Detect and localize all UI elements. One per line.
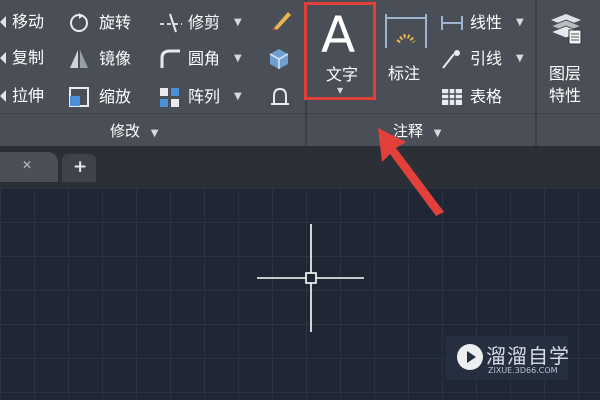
- text-dropdown-icon: ▼: [337, 86, 344, 95]
- watermark-text: 溜溜自学: [486, 344, 570, 368]
- fillet-icon: [158, 48, 182, 74]
- drawing-tab[interactable]: ✕: [0, 152, 58, 182]
- play-logo-icon: [456, 343, 484, 375]
- layer-properties-label: 图层: [549, 64, 582, 83]
- layers-icon: [549, 10, 583, 50]
- trim-dropdown-icon[interactable]: ▼: [234, 17, 242, 28]
- modify-panel-title[interactable]: 修改 ▼: [110, 120, 159, 141]
- stretch-label: 拉伸: [12, 86, 45, 105]
- cube-icon: [266, 49, 292, 74]
- text-icon: A: [321, 6, 356, 64]
- table-icon: [440, 86, 464, 112]
- array-label: 阵列: [188, 87, 221, 106]
- leader-icon: [440, 48, 464, 74]
- text-button[interactable]: A 文字 ▼: [304, 2, 376, 100]
- mirror-icon: [68, 48, 90, 74]
- leader-label: 引线: [470, 49, 503, 68]
- trim-icon: [158, 12, 184, 38]
- copy-icon: [0, 48, 8, 72]
- join-button[interactable]: [268, 84, 292, 112]
- fillet-dropdown-icon[interactable]: ▼: [234, 53, 242, 64]
- array-icon: [158, 86, 182, 112]
- rotate-icon: [68, 12, 90, 38]
- linear-dimension-icon: [440, 12, 464, 38]
- mirror-label: 镜像: [99, 49, 132, 68]
- watermark-url: ZIXUE.3D66.COM: [488, 366, 558, 375]
- join-icon: [268, 87, 292, 112]
- modify-panel-dropdown-icon: ▼: [150, 128, 159, 139]
- panel-separator: [535, 0, 537, 146]
- pointer-arrow: [374, 126, 454, 222]
- pencil-icon: [270, 12, 292, 36]
- linear-label: 线性: [470, 13, 503, 32]
- array-dropdown-icon[interactable]: ▼: [234, 91, 242, 102]
- dimension-label: 标注: [388, 64, 421, 83]
- dimension-icon: [384, 8, 428, 56]
- ribbon-divider: [0, 113, 600, 114]
- stretch-icon: [0, 86, 8, 110]
- close-tab-icon[interactable]: ✕: [22, 158, 32, 172]
- trim-label: 修剪: [188, 13, 221, 32]
- scale-icon: [68, 86, 90, 112]
- copy-label: 复制: [12, 48, 45, 67]
- linear-dropdown-icon[interactable]: ▼: [516, 17, 524, 28]
- layer-properties-label-line2: 特性: [549, 86, 582, 105]
- ribbon: [0, 0, 600, 146]
- scale-label: 缩放: [99, 87, 132, 106]
- plus-icon: +: [73, 157, 88, 177]
- new-tab-button[interactable]: +: [62, 154, 96, 182]
- table-label: 表格: [470, 87, 503, 106]
- erase-button[interactable]: [270, 8, 292, 36]
- dimension-button[interactable]: 标注: [380, 6, 430, 86]
- watermark: 溜溜自学 ZIXUE.3D66.COM: [446, 336, 570, 380]
- fillet-label: 圆角: [188, 49, 221, 68]
- rotate-label: 旋转: [99, 13, 132, 32]
- move-icon: [0, 12, 8, 36]
- move-label: 移动: [12, 12, 45, 31]
- crosshair-cursor: [256, 222, 366, 338]
- explode-button[interactable]: [266, 46, 292, 74]
- modify-panel-label: 修改: [110, 122, 141, 140]
- leader-dropdown-icon[interactable]: ▼: [516, 53, 524, 64]
- layer-properties-button[interactable]: 图层 特性: [545, 10, 589, 110]
- text-button-label: 文字: [326, 65, 359, 84]
